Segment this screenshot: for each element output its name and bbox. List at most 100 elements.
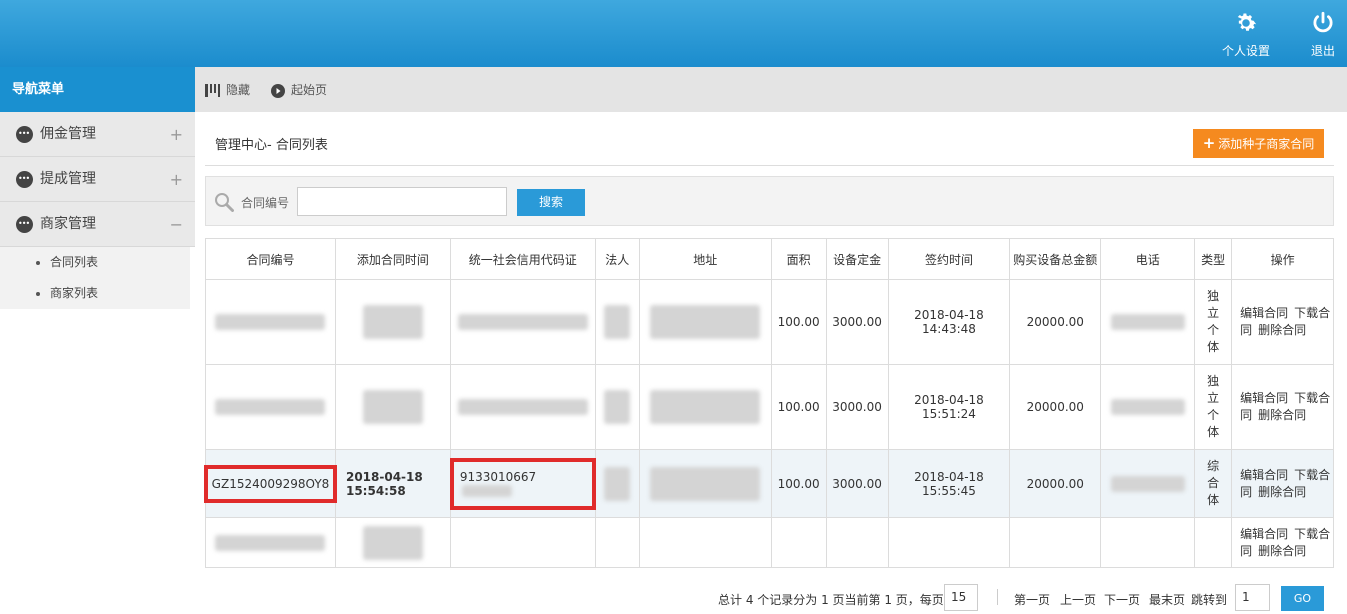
deposit-cell: 3000.00 — [825, 364, 889, 450]
sidebar: 导航菜单 佣金管理 + 提成管理 + 商家管理 − 合同列表 商家列表 — [0, 67, 195, 612]
logout-label: 退出 — [1310, 44, 1335, 58]
credit-code-box: 9133010667 — [449, 457, 596, 510]
table-row: 编辑合同 下载合同 删除合同 — [205, 517, 1334, 568]
sidebar-group-label: 佣金管理 — [40, 126, 96, 142]
plus-icon: + — [1202, 134, 1216, 152]
expand-icon: + — [169, 125, 183, 144]
redacted-cell — [1100, 364, 1196, 450]
column-header: 地址 — [638, 238, 772, 280]
redacted-cell — [449, 364, 596, 450]
power-icon — [1313, 11, 1333, 33]
top-header: 个人设置 退出 — [0, 0, 1347, 67]
table-row: GZ1524009298OY8 2018-04-18 15:54:58 9133… — [203, 449, 1334, 518]
prev-page-link[interactable]: 上一页 — [1060, 591, 1096, 608]
collapse-icon: − — [169, 215, 183, 234]
table-row: 100.00 3000.00 2018-04-18 14:43:48 20000… — [205, 279, 1334, 365]
signed-time-cell: 2018-04-18 14:43:48 — [887, 279, 1011, 365]
column-header: 签约时间 — [887, 238, 1011, 280]
signed-time-cell: 2018-04-18 15:55:45 — [887, 449, 1011, 518]
add-button-label: 添加种子商家合同 — [1218, 137, 1315, 151]
redacted-cell — [334, 364, 451, 450]
start-page-button[interactable]: 起始页 — [271, 81, 327, 98]
first-page-link[interactable]: 第一页 — [1014, 591, 1050, 608]
edit-contract-link[interactable]: 编辑合同 — [1240, 527, 1288, 541]
operations-cell: 编辑合同 下载合同 删除合同 — [1231, 517, 1334, 568]
redacted-cell — [1100, 279, 1196, 365]
type-cell: 独立个体 — [1194, 279, 1233, 365]
deposit-cell — [825, 517, 889, 568]
column-header: 统一社会信用代码证 — [449, 238, 596, 280]
hide-sidebar-button[interactable]: 隐藏 — [205, 81, 250, 98]
empty-cell — [1100, 517, 1196, 568]
nav-menu-title: 导航菜单 — [0, 67, 195, 112]
column-header: 法人 — [594, 238, 640, 280]
gear-icon — [1237, 13, 1257, 31]
delete-contract-link[interactable]: 删除合同 — [1258, 544, 1306, 558]
edit-contract-link[interactable]: 编辑合同 — [1240, 468, 1288, 482]
empty-cell — [638, 517, 772, 568]
delete-contract-link[interactable]: 删除合同 — [1258, 408, 1306, 422]
contract-number-input[interactable] — [297, 187, 507, 216]
sidebar-group-royalty[interactable]: 提成管理 + — [0, 156, 195, 202]
area-cell: 100.00 — [770, 279, 827, 365]
credit-code: 9133010667 — [459, 469, 537, 484]
edit-contract-link[interactable]: 编辑合同 — [1240, 391, 1288, 405]
table-header-row: 合同编号 添加合同时间 统一社会信用代码证 法人 地址 面积 设备定金 签约时间… — [205, 238, 1334, 280]
sidebar-group-merchant[interactable]: 商家管理 − — [0, 201, 195, 247]
toolbar: 隐藏 起始页 — [195, 67, 1347, 112]
signed-time-cell: 2018-04-18 15:51:24 — [887, 364, 1011, 450]
column-header: 操作 — [1231, 238, 1334, 280]
delete-contract-link[interactable]: 删除合同 — [1258, 323, 1306, 337]
redacted-cell — [449, 279, 596, 365]
total-amount-cell: 20000.00 — [1009, 449, 1102, 518]
more-dots-icon — [16, 156, 33, 201]
redacted-cell — [205, 279, 336, 365]
area-cell — [770, 517, 827, 568]
search-button[interactable]: 搜索 — [517, 189, 585, 216]
redacted-cell — [594, 364, 640, 450]
page-size-input[interactable]: 15 — [944, 584, 978, 611]
next-page-link[interactable]: 下一页 — [1104, 591, 1140, 608]
last-page-link[interactable]: 最末页 — [1149, 591, 1185, 608]
operations-cell: 编辑合同 下载合同 删除合同 — [1231, 279, 1334, 365]
area-cell: 100.00 — [770, 364, 827, 450]
play-circle-icon — [271, 83, 285, 98]
deposit-cell: 3000.00 — [825, 279, 889, 365]
pagination-summary: 总计 4 个记录分为 1 页当前第 1 页，每页 — [718, 593, 944, 607]
jump-page-input[interactable]: 1 — [1235, 584, 1270, 611]
pagination: 总计 4 个记录分为 1 页当前第 1 页，每页 15 第一页 上一页 下一页 … — [205, 584, 1334, 614]
sidebar-item-contract-list[interactable]: 合同列表 — [0, 247, 190, 278]
redacted-cell — [205, 517, 336, 568]
settings-label: 个人设置 — [1221, 44, 1270, 58]
hide-label: 隐藏 — [226, 83, 251, 97]
add-seed-merchant-contract-button[interactable]: + 添加种子商家合同 — [1193, 129, 1324, 158]
redacted-cell — [638, 279, 772, 365]
redacted-cell — [334, 517, 451, 568]
operations-cell: 编辑合同 下载合同 删除合同 — [1231, 449, 1334, 518]
added-time-cell: 2018-04-18 15:54:58 — [334, 449, 451, 518]
go-button[interactable]: GO — [1281, 586, 1324, 611]
redacted-cell — [638, 449, 772, 518]
sidebar-item-merchant-list[interactable]: 商家列表 — [0, 278, 190, 309]
total-amount-cell — [1009, 517, 1102, 568]
pagination-divider — [997, 589, 998, 605]
table-row: 100.00 3000.00 2018-04-18 15:51:24 20000… — [205, 364, 1334, 450]
personal-settings-button[interactable]: 个人设置 — [1218, 10, 1274, 60]
columns-icon — [205, 84, 220, 97]
type-cell: 综合体 — [1194, 449, 1233, 518]
delete-contract-link[interactable]: 删除合同 — [1258, 485, 1306, 499]
signed-time-cell — [887, 517, 1011, 568]
redacted-cell — [1100, 449, 1196, 518]
column-header: 设备定金 — [825, 238, 889, 280]
more-dots-icon — [16, 111, 33, 156]
area-cell: 100.00 — [770, 449, 827, 518]
expand-icon: + — [169, 170, 183, 189]
column-header: 添加合同时间 — [334, 238, 451, 280]
edit-contract-link[interactable]: 编辑合同 — [1240, 306, 1288, 320]
column-header: 类型 — [1194, 238, 1233, 280]
sidebar-group-commission[interactable]: 佣金管理 + — [0, 111, 195, 157]
logout-button[interactable]: 退出 — [1300, 10, 1346, 60]
column-header: 合同编号 — [205, 238, 336, 280]
credit-code-cell: 9133010667 — [449, 449, 596, 518]
contract-number: GZ1524009298OY8 — [203, 464, 338, 503]
